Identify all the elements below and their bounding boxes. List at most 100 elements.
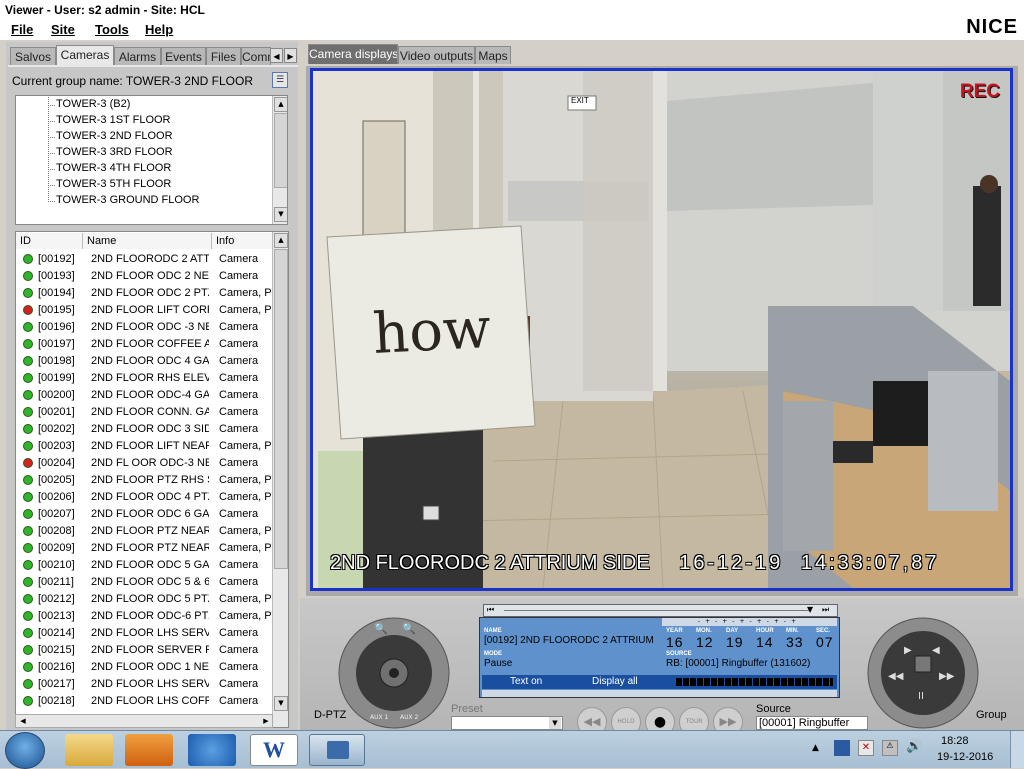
tree-item[interactable]: TOWER-3 3RD FLOOR	[56, 146, 173, 158]
explorer-taskbar-icon[interactable]	[65, 734, 113, 766]
tree-scroll-thumb[interactable]	[274, 113, 287, 188]
time-adjust-buttons[interactable]: -+-+-+-+-+-+	[662, 618, 837, 626]
menu-tools[interactable]: Tools	[95, 22, 129, 37]
text-on-button[interactable]: Text on	[510, 676, 542, 687]
menu-help[interactable]: Help	[145, 22, 173, 37]
tree-item[interactable]: TOWER-3 GROUND FLOOR	[56, 194, 199, 206]
camera-row[interactable]: [00214] 2ND FLOOR LHS SERVER Camera	[16, 625, 274, 642]
aux1-label[interactable]: AUX 1	[370, 714, 388, 721]
aux2-label[interactable]: AUX 2	[400, 714, 418, 721]
camera-row[interactable]: [00217] 2ND FLOOR LHS SERVER 2 Camera	[16, 676, 274, 693]
camera-name: 2ND FLOOR PTZ NEAR 2	[91, 542, 209, 554]
scroll-down-icon[interactable]: ▼	[274, 696, 288, 711]
tray-app-icon[interactable]	[834, 740, 850, 756]
tray-expand-icon[interactable]: ▲	[812, 743, 819, 753]
skip-end-icon[interactable]: ⏭	[822, 605, 829, 615]
camera-row[interactable]: [00204] 2ND FL OOR ODC-3 NEAR Camera	[16, 455, 274, 472]
scroll-left-icon[interactable]: ◀	[17, 715, 29, 727]
camera-row[interactable]: [00206] 2ND FLOOR ODC 4 PTZ Camera, PTZ	[16, 489, 274, 506]
tree-scrollbar[interactable]: ▲ ▼	[272, 96, 287, 224]
column-header-id[interactable]: ID	[16, 233, 83, 249]
tree-item[interactable]: TOWER-3 4TH FLOOR	[56, 162, 171, 174]
camera-row[interactable]: [00216] 2ND FLOOR ODC 1 NEAR Camera	[16, 659, 274, 676]
scroll-up-icon[interactable]: ▲	[274, 97, 287, 112]
start-button[interactable]	[5, 732, 45, 769]
dptz-label[interactable]: D-PTZ	[314, 709, 346, 721]
camera-row[interactable]: [00196] 2ND FLOOR ODC -3 NEAR Camera	[16, 319, 274, 336]
column-header-info[interactable]: Info	[212, 233, 274, 249]
column-header-name[interactable]: Name	[83, 233, 212, 249]
volume-icon[interactable]: 🔊	[906, 739, 922, 754]
camera-row[interactable]: [00207] 2ND FLOOR ODC 6 GATE Camera	[16, 506, 274, 523]
camera-info: Camera	[219, 253, 259, 265]
scroll-right-icon[interactable]: ▶	[260, 715, 272, 727]
tree-item[interactable]: TOWER-3 2ND FLOOR	[56, 130, 173, 142]
tab-files[interactable]: Files	[206, 47, 241, 65]
camera-row[interactable]: [00202] 2ND FLOOR ODC 3 SIDE Camera	[16, 421, 274, 438]
media-player-taskbar-icon[interactable]	[125, 734, 173, 766]
skip-start-icon[interactable]: ⏮	[487, 605, 494, 615]
status-ok-icon	[23, 254, 33, 264]
chevron-down-icon[interactable]: ▼	[549, 717, 561, 729]
tree-item[interactable]: TOWER-3 1ST FLOOR	[56, 114, 171, 126]
ptz-joystick[interactable]: 🔍 🔍	[336, 615, 451, 730]
show-desktop-button[interactable]	[1010, 731, 1024, 768]
camera-row[interactable]: [00192] 2ND FLOORODC 2 ATTRIUM SIDE Camera	[16, 251, 274, 268]
camera-row[interactable]: [00203] 2ND FLOOR LIFT NEAR Camera, PTZ	[16, 438, 274, 455]
camera-row[interactable]: [00205] 2ND FLOOR PTZ RHS SIDE Camera, PTZ	[16, 472, 274, 489]
viewer-taskbar-icon[interactable]	[309, 734, 365, 766]
display-all-button[interactable]: Display all	[592, 676, 638, 687]
camera-row[interactable]: [00194] 2ND FLOOR ODC 2 PTZ Camera, PTZ	[16, 285, 274, 302]
camera-row[interactable]: [00215] 2ND FLOOR SERVER ROOM Camera	[16, 642, 274, 659]
tray-flag-icon[interactable]: ✕	[858, 740, 874, 756]
tab-scroll-left[interactable]: ◀	[270, 48, 283, 63]
camera-row[interactable]: [00201] 2ND FLOOR CONN. GATE Camera	[16, 404, 274, 421]
camera-row[interactable]: [00200] 2ND FLOOR ODC-4 GATE Camera	[16, 387, 274, 404]
tab-cameras[interactable]: Cameras	[56, 45, 114, 65]
tab-video-outputs[interactable]: Video outputs	[398, 46, 475, 64]
list-hscrollbar[interactable]: ◀ ▶	[15, 714, 273, 728]
camera-row[interactable]: [00199] 2ND FLOOR RHS ELEVATOR Camera	[16, 370, 274, 387]
tree-item[interactable]: TOWER-3 5TH FLOOR	[56, 178, 171, 190]
network-icon[interactable]: ⚠	[882, 740, 898, 756]
timeline-slider[interactable]: ⏮ ▼ ⏭	[483, 604, 838, 617]
camera-row[interactable]: [00209] 2ND FLOOR PTZ NEAR 2 Camera, PTZ	[16, 540, 274, 557]
preset-dropdown[interactable]: ▼	[451, 716, 563, 730]
clock-date[interactable]: 19-12-2016	[937, 751, 993, 763]
camera-row[interactable]: [00198] 2ND FLOOR ODC 4 GATE Camera	[16, 353, 274, 370]
word-taskbar-icon[interactable]: W	[250, 734, 298, 766]
tab-alarms[interactable]: Alarms	[114, 47, 161, 65]
group-select-button[interactable]: ☰	[272, 72, 288, 88]
camera-row[interactable]: [00212] 2ND FLOOR ODC 5 PTZ Camera, PTZ	[16, 591, 274, 608]
camera-row[interactable]: [00193] 2ND FLOOR ODC 2 NEAR Camera	[16, 268, 274, 285]
scroll-up-icon[interactable]: ▲	[274, 233, 288, 248]
tab-camera-displays[interactable]: Camera displays	[308, 44, 398, 64]
camera-name: 2ND FLOOR CONN. GATE	[91, 406, 209, 418]
playback-wheel[interactable]: ▶ ◀ ◀◀ ▶▶ II	[866, 617, 981, 730]
list-scroll-thumb[interactable]	[274, 249, 288, 569]
tab-events[interactable]: Events	[161, 47, 206, 65]
internet-explorer-taskbar-icon[interactable]	[188, 734, 236, 766]
camera-row[interactable]: [00213] 2ND FLOOR ODC-6 PTZ Camera, PTZ	[16, 608, 274, 625]
menu-site[interactable]: Site	[51, 22, 75, 37]
scroll-down-icon[interactable]: ▼	[274, 207, 287, 222]
list-scrollbar[interactable]: ▲ ▼	[272, 232, 288, 727]
menu-file[interactable]: File	[11, 22, 33, 37]
tab-scroll-right[interactable]: ▶	[284, 48, 297, 63]
caption-camera-name: 2ND FLOORODC 2 ATTRIUM SIDE	[330, 552, 650, 574]
tab-maps[interactable]: Maps	[475, 46, 511, 64]
timeline-thumb[interactable]: ▼	[807, 605, 813, 614]
source-dropdown[interactable]: [00001] Ringbuffer	[756, 716, 868, 730]
camera-row[interactable]: [00208] 2ND FLOOR PTZ NEAR 1 Camera, PTZ	[16, 523, 274, 540]
tree-item[interactable]: TOWER-3 (B2)	[56, 98, 130, 110]
camera-name: 2ND FLOOR ODC-4 GATE	[91, 389, 209, 401]
camera-row[interactable]: [00197] 2ND FLOOR COFFEE AREA Camera	[16, 336, 274, 353]
camera-row[interactable]: [00210] 2ND FLOOR ODC 5 GATE Camera	[16, 557, 274, 574]
camera-video[interactable]: how EXIT REC 2ND FLOORODC 2 ATTRIUM SIDE…	[310, 68, 1013, 591]
tab-comm[interactable]: Comm	[241, 47, 271, 65]
camera-row[interactable]: [00218] 2ND FLOOR LHS COFFEE Camera	[16, 693, 274, 710]
camera-row[interactable]: [00211] 2ND FLOOR ODC 5 & 6 Camera	[16, 574, 274, 591]
clock-time[interactable]: 18:28	[941, 735, 969, 747]
tab-salvos[interactable]: Salvos	[10, 47, 56, 65]
camera-row[interactable]: [00195] 2ND FLOOR LIFT CORRIDOR Camera, PT…	[16, 302, 274, 319]
